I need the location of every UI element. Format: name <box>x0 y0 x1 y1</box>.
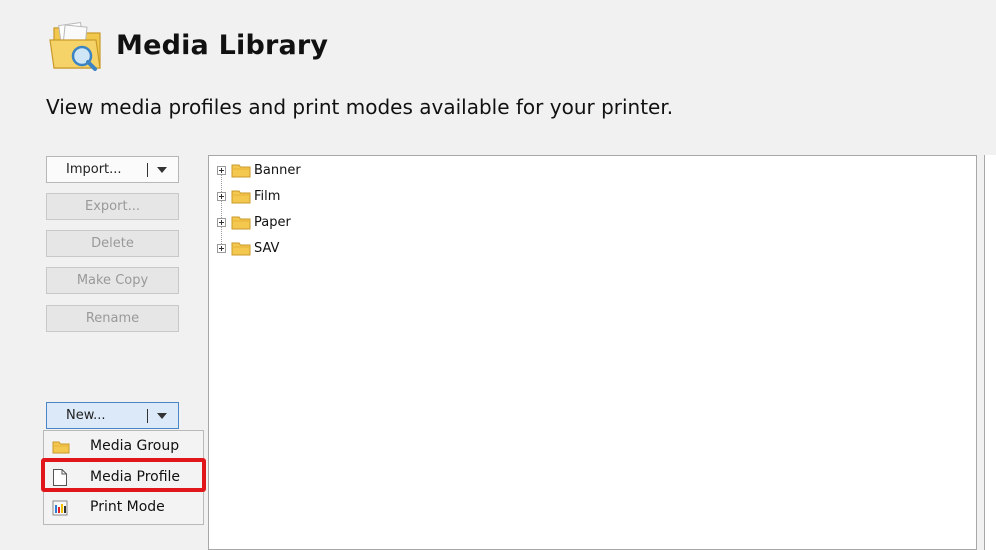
expand-icon[interactable] <box>217 218 226 227</box>
tree-item-label: Banner <box>254 163 301 178</box>
delete-button[interactable]: Delete <box>46 230 179 257</box>
media-library-icon <box>44 22 104 72</box>
expand-icon[interactable] <box>217 166 226 175</box>
menu-item-label: Print Mode <box>90 499 165 515</box>
import-button[interactable]: Import... <box>46 156 179 183</box>
chevron-down-icon[interactable] <box>157 167 167 173</box>
new-button-label: New... <box>66 408 106 423</box>
page-subtitle: View media profiles and print modes avai… <box>46 95 674 119</box>
new-button[interactable]: New... <box>46 402 179 429</box>
make-copy-button-label: Make Copy <box>76 273 149 288</box>
tree-item-label: SAV <box>254 241 280 256</box>
highlight-annotation <box>41 458 206 492</box>
menu-item-label: Media Group <box>90 438 180 454</box>
rename-button[interactable]: Rename <box>46 305 179 332</box>
page-title: Media Library <box>116 30 329 61</box>
export-button[interactable]: Export... <box>46 193 179 220</box>
expand-icon[interactable] <box>217 244 226 253</box>
print-mode-icon <box>52 500 68 520</box>
folder-icon <box>231 162 251 182</box>
split-separator <box>147 409 148 423</box>
tree-item-label: Paper <box>254 215 291 230</box>
rename-button-label: Rename <box>85 311 140 326</box>
folder-icon <box>231 214 251 234</box>
split-separator <box>147 163 148 177</box>
details-panel-edge <box>984 155 996 550</box>
delete-button-label: Delete <box>91 236 134 251</box>
menu-item-media-group[interactable]: Media Group <box>44 436 203 458</box>
import-button-label: Import... <box>66 162 122 177</box>
make-copy-button[interactable]: Make Copy <box>46 267 179 294</box>
tree-item-label: Film <box>254 189 281 204</box>
menu-item-print-mode[interactable]: Print Mode <box>44 497 203 519</box>
expand-icon[interactable] <box>217 192 226 201</box>
export-button-label: Export... <box>85 199 140 214</box>
folder-icon <box>52 439 70 458</box>
folder-icon <box>231 240 251 260</box>
tree-connector <box>221 172 222 252</box>
folder-icon <box>231 188 251 208</box>
media-tree-panel[interactable]: Banner Film Paper SAV <box>208 155 977 550</box>
chevron-down-icon[interactable] <box>157 413 167 419</box>
